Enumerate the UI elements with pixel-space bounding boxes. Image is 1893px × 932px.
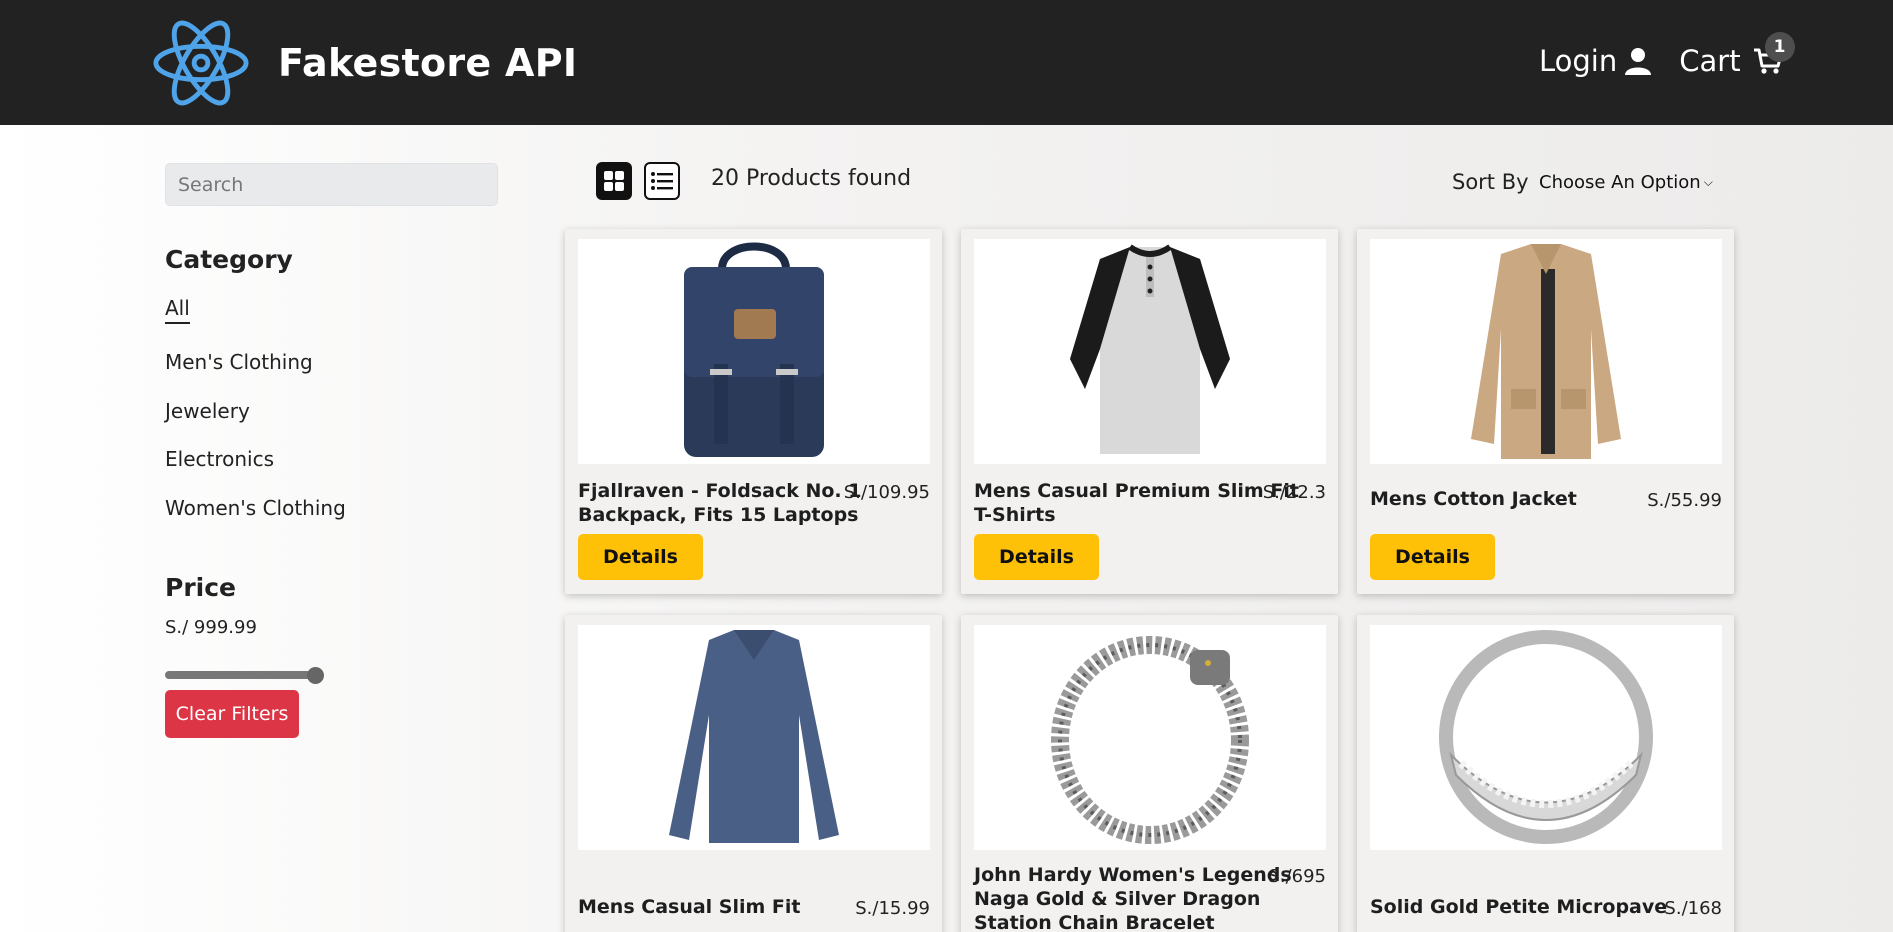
cart-count-badge: 1	[1764, 32, 1795, 62]
product-card: Mens Casual Slim Fit S./15.99	[565, 615, 942, 932]
product-title[interactable]: Mens Casual Slim Fit	[578, 895, 801, 919]
sort-selected-option: Choose An Option	[1539, 172, 1701, 193]
product-title[interactable]: John Hardy Women's Legends Naga Gold & S…	[974, 863, 1292, 932]
cart-link[interactable]: Cart 1	[1679, 32, 1795, 78]
login-link[interactable]: Login	[1539, 44, 1653, 78]
product-image-backpack[interactable]	[578, 239, 930, 464]
price-heading: Price	[165, 573, 236, 602]
price-slider[interactable]	[165, 667, 325, 684]
product-price: S./22.3	[1262, 482, 1326, 503]
clear-filters-button[interactable]: Clear Filters	[165, 690, 299, 738]
product-card: Fjallraven - Foldsack No. 1 Backpack, Fi…	[565, 229, 942, 594]
user-icon	[1625, 48, 1652, 75]
product-price: S./109.95	[843, 482, 930, 503]
bracelet-image-graphic	[1051, 636, 1249, 844]
ring-image-graphic	[1439, 630, 1653, 844]
search-input[interactable]	[165, 163, 498, 206]
tshirt-image-graphic	[1070, 244, 1230, 454]
brand[interactable]: Fakestore API	[152, 10, 577, 116]
category-womens-clothing[interactable]: Women's Clothing	[165, 496, 346, 520]
list-view-button[interactable]	[644, 162, 680, 200]
details-button[interactable]: Details	[1370, 534, 1495, 580]
category-all[interactable]: All	[165, 296, 190, 324]
sort-by-label: Sort By	[1452, 170, 1529, 194]
product-price: S./168	[1664, 898, 1722, 919]
slider-track	[165, 671, 323, 679]
product-title[interactable]: Mens Cotton Jacket	[1370, 487, 1577, 511]
product-card: Mens Casual Premium Slim Fit T-Shirts S.…	[961, 229, 1338, 594]
cart-label: Cart	[1679, 44, 1741, 78]
product-image-bracelet[interactable]	[974, 625, 1326, 850]
brand-title: Fakestore API	[278, 41, 578, 85]
price-value: S./ 999.99	[165, 617, 257, 638]
login-label: Login	[1539, 44, 1618, 78]
backpack-image-graphic	[684, 242, 824, 457]
product-image-jacket[interactable]	[1370, 239, 1722, 464]
product-title[interactable]: Mens Casual Premium Slim Fit T-Shirts	[974, 479, 1299, 527]
chevron-down-icon: ⌵	[1703, 175, 1713, 189]
category-heading: Category	[165, 245, 293, 274]
product-image-tshirt[interactable]	[974, 239, 1326, 464]
product-card: John Hardy Women's Legends Naga Gold & S…	[961, 615, 1338, 932]
product-title[interactable]: Fjallraven - Foldsack No. 1 Backpack, Fi…	[578, 479, 861, 527]
top-navbar: Fakestore API Login Cart 1	[0, 0, 1893, 125]
product-image-ring[interactable]	[1370, 625, 1722, 850]
product-card: Solid Gold Petite Micropave S./168	[1357, 615, 1734, 932]
atom-icon	[153, 20, 249, 106]
product-image-long-sleeve-shirt[interactable]	[578, 625, 930, 850]
product-title[interactable]: Solid Gold Petite Micropave	[1370, 895, 1667, 919]
product-card: Mens Cotton Jacket S./55.99 Details	[1357, 229, 1734, 594]
products-found-count: 20 Products found	[711, 166, 912, 191]
category-jewelery[interactable]: Jewelery	[165, 399, 250, 423]
product-price: S./15.99	[855, 898, 930, 919]
sort-select[interactable]: Choose An Option ⌵	[1539, 172, 1713, 193]
long-sleeve-shirt-image-graphic	[669, 630, 839, 843]
grid-view-button[interactable]	[596, 162, 632, 200]
details-button[interactable]: Details	[974, 534, 1099, 580]
list-view-icon	[651, 172, 673, 190]
details-button[interactable]: Details	[578, 534, 703, 580]
jacket-image-graphic	[1471, 244, 1621, 459]
product-price: S./55.99	[1647, 490, 1722, 511]
product-price: S./695	[1268, 866, 1326, 887]
category-mens-clothing[interactable]: Men's Clothing	[165, 350, 313, 374]
category-electronics[interactable]: Electronics	[165, 447, 274, 471]
grid-view-icon	[604, 171, 624, 191]
slider-thumb[interactable]	[307, 667, 324, 684]
